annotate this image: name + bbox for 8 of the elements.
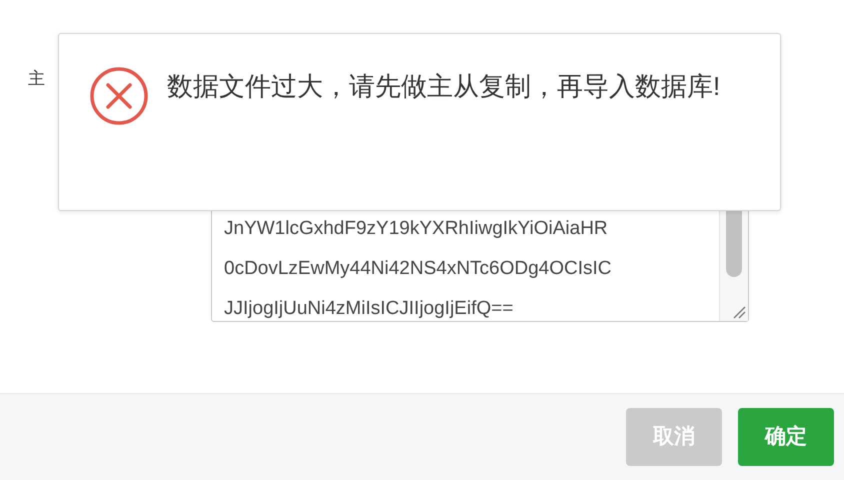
text-line: 0cDovLzEwMy44Ni42NS4xNTc6ODg4OCIsIC xyxy=(224,257,613,281)
text-line: JJIjogIjUuNi4zMiIsICJIIjogIjEifQ== xyxy=(224,297,514,321)
field-label: 主 xyxy=(28,68,45,90)
toast-message: 数据文件过大，请先做主从复制，再导入数据库! xyxy=(167,70,722,103)
confirm-button[interactable]: 确定 xyxy=(738,408,834,466)
text-line: JnYW1lcGxhdF9zY19kYXRhIiwgIkYiOiAiaHR xyxy=(224,217,609,241)
resize-grip-icon[interactable] xyxy=(732,305,746,319)
error-icon xyxy=(89,66,149,126)
